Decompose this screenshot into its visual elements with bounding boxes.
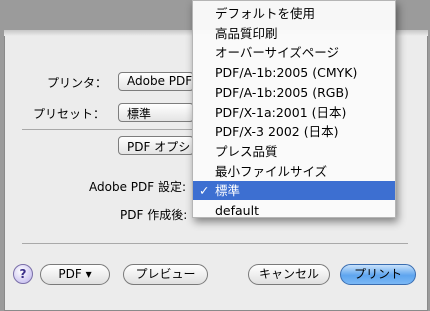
menu-item[interactable]: PDF/A-1b:2005 (CMYK) xyxy=(193,63,395,82)
pane-value: PDF オプション xyxy=(127,140,193,154)
menu-item[interactable]: ✓ 標準 xyxy=(193,181,395,201)
menu-item-label: PDF/A-1b:2005 (RGB) xyxy=(215,84,349,100)
pdf-menu-button[interactable]: PDF ▾ xyxy=(40,264,110,285)
help-button[interactable]: ? xyxy=(13,264,33,284)
menu-item[interactable]: 高品質印刷 xyxy=(193,24,395,43)
menu-item-label: オーバーサイズページ xyxy=(215,45,340,61)
help-icon: ? xyxy=(19,267,27,281)
checkmark-icon: ✓ xyxy=(199,183,210,199)
menu-item[interactable]: 最小ファイルサイズ xyxy=(193,162,395,181)
separator-left xyxy=(22,129,192,130)
printer-label: プリンタ： xyxy=(47,76,108,90)
preset-value: 標準 xyxy=(127,107,152,121)
menu-item-label: 最小ファイルサイズ xyxy=(215,163,328,179)
menu-item[interactable]: プレス品質 xyxy=(193,142,395,161)
menu-item[interactable]: オーバーサイズページ xyxy=(193,43,395,62)
preview-button[interactable]: プレビュー xyxy=(123,264,208,285)
preset-popup[interactable]: 標準 xyxy=(118,103,194,122)
menu-item-label: プレス品質 xyxy=(215,143,278,159)
menu-item[interactable]: PDF/A-1b:2005 (RGB) xyxy=(193,83,395,102)
menu-item-label: default xyxy=(215,203,259,218)
printer-value: Adobe PDF xyxy=(127,74,193,88)
print-button-label: プリント xyxy=(353,267,402,281)
adobe-pdf-setting-label: Adobe PDF 設定: xyxy=(89,180,187,194)
menu-item[interactable]: PDF/X-1a:2001 (日本) xyxy=(193,103,395,122)
menu-item-label: PDF/A-1b:2005 (CMYK) xyxy=(215,65,358,81)
menu-item-label: 標準 xyxy=(215,183,241,199)
cancel-button[interactable]: キャンセル xyxy=(248,264,330,285)
preset-label: プリセット： xyxy=(33,107,106,121)
print-button[interactable]: プリント xyxy=(340,264,416,285)
pdf-after-label: PDF 作成後: xyxy=(120,208,188,222)
menu-item[interactable]: デフォルトを使用 xyxy=(193,4,395,23)
menu-item-label: 高品質印刷 xyxy=(215,25,278,41)
menu-item-label: デフォルトを使用 xyxy=(215,6,316,21)
preview-button-label: プレビュー xyxy=(135,267,196,281)
cancel-button-label: キャンセル xyxy=(258,267,319,281)
menu-item[interactable]: PDF/X-3 2002 (日本) xyxy=(193,122,395,141)
pane-popup[interactable]: PDF オプション xyxy=(118,136,194,155)
menu-item-label: PDF/X-1a:2001 (日本) xyxy=(215,104,347,120)
pdf-button-label: PDF ▾ xyxy=(58,267,92,281)
separator-bottom xyxy=(22,243,408,244)
adobe-pdf-settings-menu: デフォルトを使用 高品質印刷オーバーサイズページ PDF/A-1b:2005 (CM… xyxy=(192,0,396,218)
menu-item-label: PDF/X-3 2002 (日本) xyxy=(215,124,339,140)
menu-item[interactable]: default xyxy=(193,201,395,220)
printer-popup[interactable]: Adobe PDF xyxy=(118,72,194,91)
